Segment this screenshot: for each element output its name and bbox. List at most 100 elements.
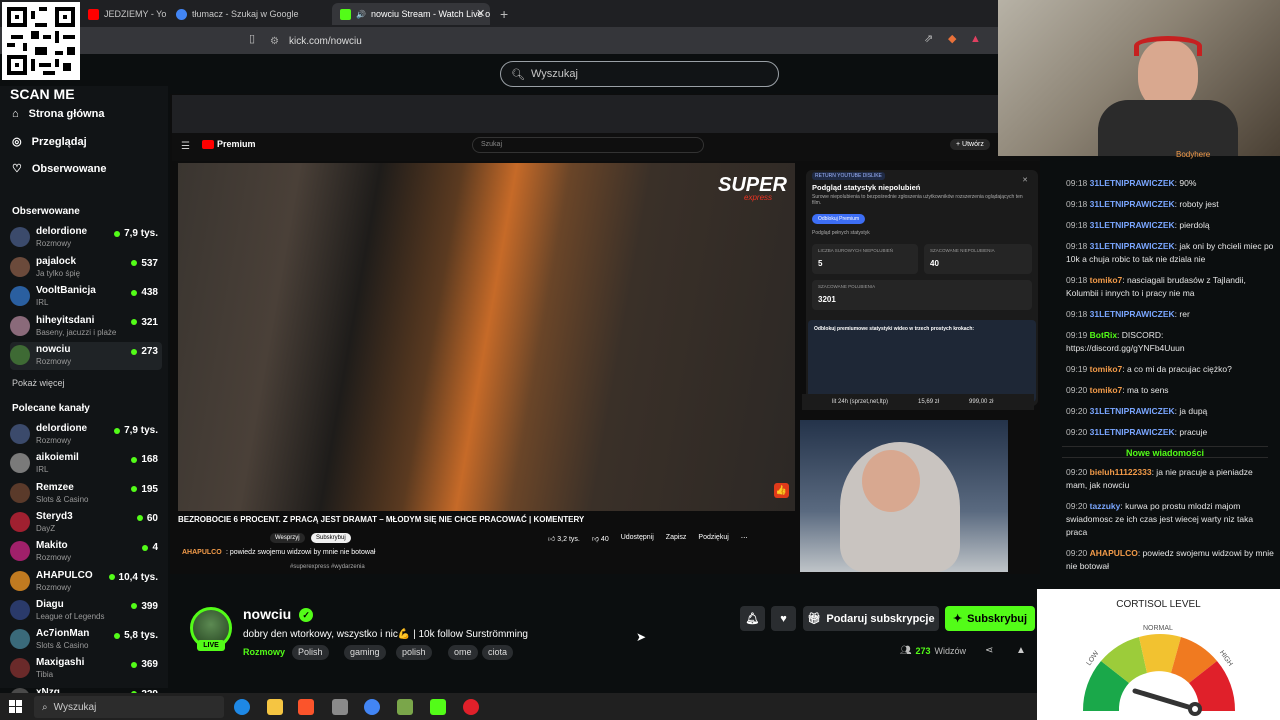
chat-message: 09:19 tomiko7: a co mi da pracujac ciężk… [1066, 363, 1276, 376]
tab-youtube[interactable]: JEDZIEMY - YouTube [80, 3, 166, 25]
gift-sub-button[interactable]: 🎁︎ Podaruj subskrypcje [803, 606, 939, 631]
report-icon[interactable]: ▲ [1016, 645, 1026, 656]
webcam-face [862, 450, 920, 512]
tab-google[interactable]: tłumacz - Szukaj w Google [168, 3, 328, 25]
chat-username[interactable]: tazzuky [1090, 501, 1121, 511]
nav-label: Strona główna [28, 108, 105, 120]
site-info-icon[interactable]: ⚙ [270, 36, 279, 47]
subscribe-label: Subskrybuj [967, 612, 1028, 625]
live-dot-icon [114, 427, 121, 434]
join-label: Wesprzyj [275, 535, 300, 541]
nav-home[interactable]: ⌂ Strona główna [12, 108, 104, 120]
channel-category: Rozmowy [36, 239, 72, 248]
recommended-channel[interactable]: Steryd3 DayZ 60 [10, 509, 162, 537]
channel-category: IRL [36, 465, 49, 475]
following-channel[interactable]: nowciu Rozmowy 273 [10, 342, 162, 370]
brave-rewards-icon[interactable]: ▲ [970, 34, 981, 45]
recommended-channel[interactable]: Remzee Slots & Casino 195 [10, 480, 162, 508]
brave-shield-icon[interactable]: ◆ [948, 34, 956, 45]
viewer-count: 7,9 tys. [124, 228, 158, 239]
new-tab-icon[interactable]: + [500, 7, 508, 21]
chat-time: 09:19 [1066, 330, 1088, 340]
chat-username[interactable]: 31LETNIPRAWICZEK [1090, 406, 1175, 416]
thumbs-down-icon: 👎︎ [591, 536, 599, 543]
chat-username[interactable]: BotRix [1090, 330, 1117, 340]
chat-username[interactable]: AHAPULCO [1090, 548, 1138, 558]
share-button: Udostępnij [620, 534, 654, 541]
stream-tag[interactable]: gaming [344, 645, 386, 660]
channel-name: Maxigashi [36, 657, 85, 669]
chat-username[interactable]: 31LETNIPRAWICZEK [1090, 309, 1175, 319]
share-icon[interactable]: ⋖ [985, 645, 993, 656]
minecraft-icon[interactable] [397, 699, 413, 715]
stream-tag[interactable]: polish [396, 645, 432, 660]
recommended-channel[interactable]: AHAPULCO Rozmowy 10,4 tys. [10, 568, 162, 596]
recommended-channel[interactable]: Maxigashi Tibia 369 [10, 655, 162, 683]
youtube-logo-text: Premium [217, 139, 256, 149]
edge-icon[interactable] [234, 699, 250, 715]
app-icon[interactable] [332, 699, 348, 715]
bookmark-icon[interactable]: ▯ [249, 34, 255, 45]
nav-following[interactable]: ♡ Obserwowane [12, 162, 106, 176]
windows-start-icon[interactable] [9, 700, 22, 713]
obs-icon[interactable] [463, 699, 479, 715]
recommended-channel[interactable]: Makito Rozmowy 4 [10, 538, 162, 566]
follow-button[interactable]: ♥ [771, 606, 796, 631]
share-icon[interactable]: ⇗ [924, 34, 933, 45]
chat-text: : a co mi da pracujac ciężko? [1122, 364, 1232, 374]
stream-category[interactable]: Rozmowy [243, 647, 285, 657]
chat-time: 09:18 [1066, 309, 1088, 319]
viewer-count: 195 [141, 483, 158, 495]
chat-username[interactable]: 31LETNIPRAWICZEK [1090, 220, 1175, 230]
gauge-dial [1082, 634, 1236, 716]
stream-tag[interactable]: Polish [292, 645, 329, 660]
stat-label: SZACOWANE POLUBIENIA [818, 284, 876, 289]
stream-tag[interactable]: ciota [482, 645, 514, 660]
recommended-channel[interactable]: Ac7ionMan Slots & Casino 5,8 tys. [10, 626, 162, 654]
channel-avatar [10, 541, 30, 562]
stat-raw-dislikes: LICZBA SUROWYCH NIEPOLUBIEŃ 5 [812, 244, 918, 274]
following-channel[interactable]: delordione Rozmowy 7,9 tys. [10, 224, 162, 252]
streamer-webcam [800, 420, 1008, 572]
close-tab-icon[interactable]: ✕ [476, 9, 485, 20]
channel-category: Ja tylko śpię [36, 268, 81, 278]
chat-username[interactable]: 31LETNIPRAWICZEK [1090, 427, 1175, 437]
brave-icon[interactable] [298, 699, 314, 715]
gauge-pivot-center [1192, 706, 1198, 712]
file-explorer-icon[interactable] [267, 699, 283, 715]
taskbar-search[interactable]: ⌕ Wyszukaj [34, 696, 224, 718]
search-input[interactable]: 🔍︎ Wyszukaj [500, 61, 779, 87]
youtube-icon [88, 8, 99, 20]
chat-username[interactable]: tomiko7 [1090, 364, 1123, 374]
tab-kick-active[interactable]: 🔊 nowciu Stream - Watch Live o [332, 3, 490, 25]
chat-username[interactable]: 31LETNIPRAWICZEK [1090, 241, 1175, 251]
url-field[interactable]: ⚙ kick.com/nowciu [270, 32, 930, 50]
following-channel[interactable]: VooltBanicja IRL 438 [10, 283, 162, 311]
channel-name[interactable]: nowciu [243, 606, 291, 622]
chat-username[interactable]: tomiko7 [1090, 385, 1123, 395]
nav-browse[interactable]: ◎ Przeglądaj [12, 135, 87, 149]
viewer-count: 168 [141, 454, 158, 466]
recommended-channel[interactable]: Diagu League of Legends 399 [10, 597, 162, 625]
chat-username[interactable]: 31LETNIPRAWICZEK [1090, 178, 1175, 188]
kick-app-icon[interactable] [430, 699, 446, 715]
recommended-channel[interactable]: aikoiemil IRL 168 [10, 450, 162, 478]
chrome-icon[interactable] [364, 699, 380, 715]
chat-message: 09:20 AHAPULCO: powiedz swojemu widzowi … [1066, 547, 1276, 573]
notifications-button[interactable]: 🔔︎ [740, 606, 765, 631]
new-messages-divider[interactable]: Nowe wiadomości [1062, 446, 1268, 458]
stream-tag[interactable]: ome [448, 645, 478, 660]
following-channel[interactable]: hiheyitsdani Baseny, jacuzzi i plaże 321 [10, 313, 162, 341]
channel-avatar [10, 256, 30, 277]
chat-username[interactable]: tomiko7 [1090, 275, 1123, 285]
chat-time: 09:18 [1066, 275, 1088, 285]
following-channel[interactable]: pajalock Ja tylko śpię 537 [10, 254, 162, 282]
youtube-join-button: Wesprzyj [270, 533, 305, 543]
recommended-channel[interactable]: delordione Rozmowy 7,9 tys. [10, 421, 162, 449]
subscribe-button[interactable]: ✦ Subskrybuj [945, 606, 1035, 631]
channel-avatar [10, 345, 30, 365]
show-more-link[interactable]: Pokaż więcej [12, 378, 65, 388]
panel-title: Podgląd statystyk niepolubień [812, 183, 921, 192]
chat-username[interactable]: 31LETNIPRAWICZEK [1090, 199, 1175, 209]
chat-username[interactable]: bieluh11122333 [1090, 467, 1152, 477]
